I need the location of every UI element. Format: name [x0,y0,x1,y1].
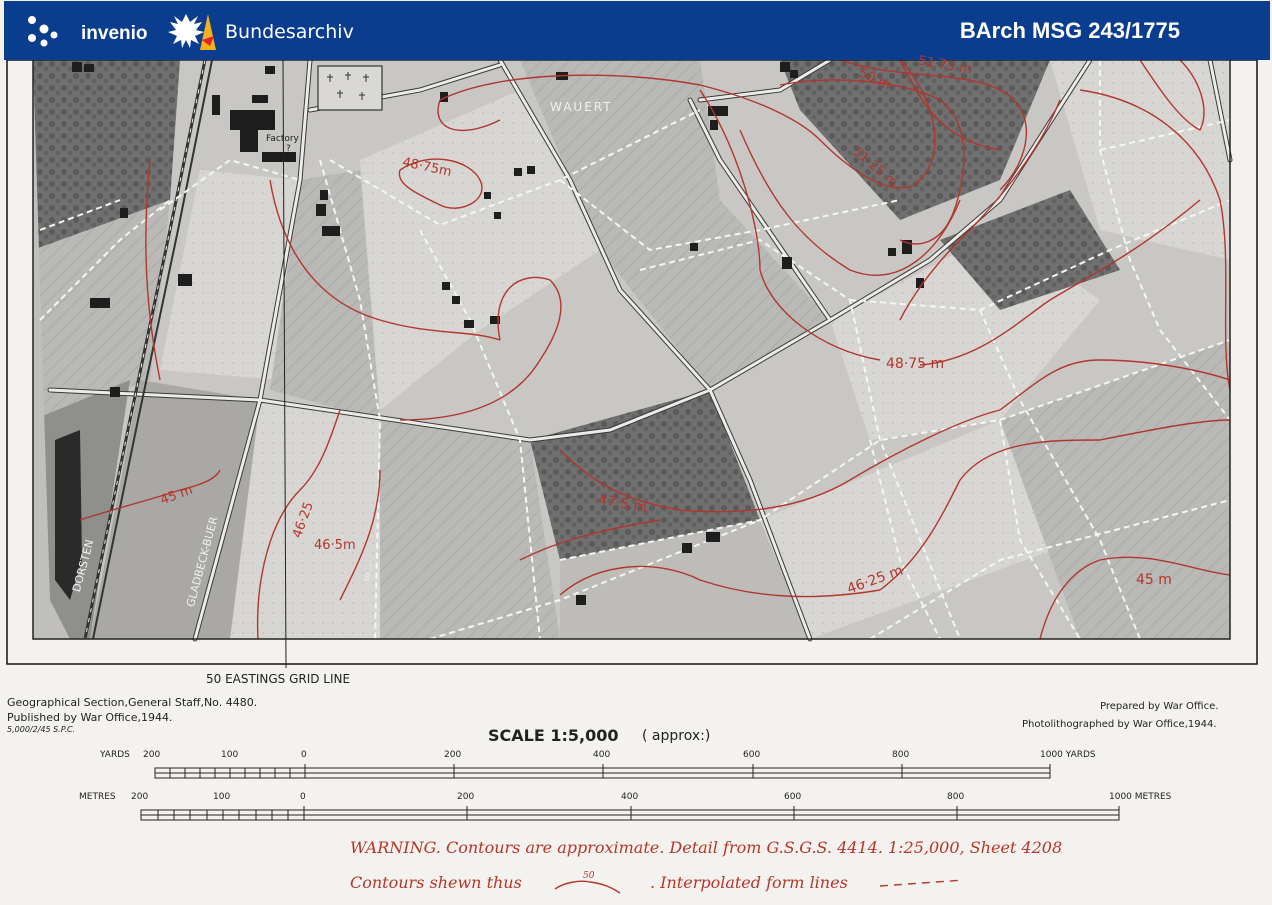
warning-text: WARNING. Contours are approximate. Detai… [350,838,1063,857]
form-line-example [879,879,965,887]
contour-label: 46·5m [314,538,356,553]
interpolated-text: . Interpolated form lines [650,873,848,892]
scale-bar-yards [154,764,1051,779]
bundesarchiv-eagle-icon [168,14,216,50]
metres-tick: 200 [457,792,475,802]
place-label: WAUERT [550,100,613,114]
section-line: Published by War Office,1944. [7,711,173,724]
contour-example-line [554,880,621,894]
grid-line-label: 50 EASTINGS GRID LINE [206,672,351,686]
scale-title: SCALE 1:5,000 [488,726,619,745]
metres-tick: 0 [300,792,306,802]
metres-tick: 800 [947,792,965,802]
scale-approx: ( approx:) [642,728,711,744]
yards-label-right: 1000 YARDS [1040,750,1096,760]
archive-signature: BArch MSG 243/1775 [959,18,1180,43]
invenio-logo-icon [28,16,58,47]
metres-tick: 100 [213,792,231,802]
aerial-photo-map [6,60,1258,894]
section-line: 5,000/2/45 S.P.C. [7,725,76,734]
scale-bar-metres [140,806,1120,821]
yards-label: YARDS [100,750,130,760]
contours-shewn-text: Contours shewn thus [350,873,522,892]
contour-label: 45 m [1136,572,1172,588]
header-bar: invenio Bundesarchiv BArch MSG 243/1775 [4,1,1270,60]
metres-tick: 400 [621,792,639,802]
metres-tick: 600 [784,792,802,802]
yards-tick: 200 [444,750,462,760]
section-line: Geographical Section,General Staff,No. 4… [7,696,258,709]
yards-tick: 100 [221,750,239,760]
brand-name[interactable]: invenio [81,23,148,45]
contour-label: 48·75 m [886,356,945,372]
yards-tick: 600 [743,750,761,760]
metres-label: METRES [79,792,116,802]
archive-name[interactable]: Bundesarchiv [225,21,354,43]
yards-tick: 0 [301,750,307,760]
metres-label-right: 1000 METRES [1109,792,1172,802]
metres-tick: 200 [131,792,149,802]
factory-label: Factory [266,134,299,144]
yards-tick: 400 [593,750,611,760]
factory-question: ? [286,144,291,154]
yards-tick: 800 [892,750,910,760]
yards-tick: 200 [143,750,161,760]
prepared-line: Photolithographed by War Office,1944. [1022,719,1217,730]
contour-example-value: 50 [583,871,595,881]
map-sheet: WAUERT Factory ? DORSTEN GLADBECK-BUER t… [0,53,1272,905]
prepared-line: Prepared by War Office. [1100,701,1219,712]
